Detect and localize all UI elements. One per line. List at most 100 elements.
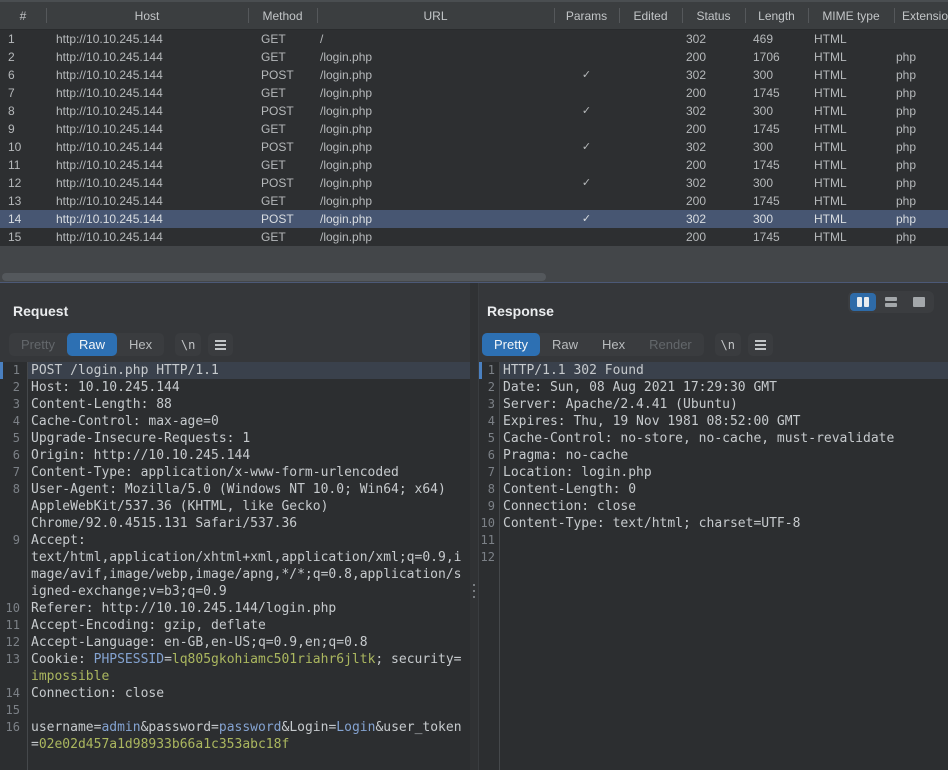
response-tab-render[interactable]: Render xyxy=(637,333,704,356)
table-cell: 200 xyxy=(682,120,745,138)
table-cell: php xyxy=(894,210,948,228)
table-cell: HTML xyxy=(808,120,894,138)
table-cell: php xyxy=(894,138,948,156)
column-header-method[interactable]: Method xyxy=(248,2,317,29)
column-header-host[interactable]: Host xyxy=(46,2,248,29)
table-cell: HTML xyxy=(808,48,894,66)
column-header-mime-type[interactable]: MIME type xyxy=(808,2,894,29)
table-cell xyxy=(619,228,682,246)
table-cell: 302 xyxy=(682,30,745,48)
table-cell: php xyxy=(894,192,948,210)
table-cell: 10 xyxy=(0,138,46,156)
editor-line: 7Content-Type: application/x-www-form-ur… xyxy=(0,464,470,481)
table-cell xyxy=(894,30,948,48)
request-tab-raw[interactable]: Raw xyxy=(67,333,117,356)
request-caret-marker xyxy=(0,362,3,379)
response-tab-pretty[interactable]: Pretty xyxy=(482,333,540,356)
table-cell: http://10.10.245.144 xyxy=(46,192,248,210)
layout-stacked-button[interactable] xyxy=(878,293,904,311)
editor-line: 15 xyxy=(0,702,470,719)
table-row[interactable]: 8http://10.10.245.144POST/login.php✓3023… xyxy=(0,102,948,120)
table-cell: GET xyxy=(248,30,317,48)
table-cell: HTML xyxy=(808,66,894,84)
table-cell xyxy=(619,30,682,48)
table-row[interactable]: 12http://10.10.245.144POST/login.php✓302… xyxy=(0,174,948,192)
table-cell: 302 xyxy=(682,174,745,192)
table-cell: php xyxy=(894,120,948,138)
editor-line: 10Content-Type: text/html; charset=UTF-8 xyxy=(479,515,948,532)
table-cell xyxy=(554,84,619,102)
request-tab-hex[interactable]: Hex xyxy=(117,333,164,356)
editor-line: 5Upgrade-Insecure-Requests: 1 xyxy=(0,430,470,447)
layout-single-button[interactable] xyxy=(906,293,932,311)
request-editor[interactable]: 1POST /login.php HTTP/1.12Host: 10.10.24… xyxy=(0,362,470,770)
table-row[interactable]: 11http://10.10.245.144GET/login.php20017… xyxy=(0,156,948,174)
column-header-extension[interactable]: Extension xyxy=(894,2,948,29)
request-menu-button[interactable] xyxy=(208,333,233,356)
table-cell: 2 xyxy=(0,48,46,66)
editor-line: 8Content-Length: 0 xyxy=(479,481,948,498)
table-cell xyxy=(554,228,619,246)
table-row[interactable]: 10http://10.10.245.144POST/login.php✓302… xyxy=(0,138,948,156)
table-row[interactable]: 7http://10.10.245.144GET/login.php200174… xyxy=(0,84,948,102)
table-cell: http://10.10.245.144 xyxy=(46,156,248,174)
response-tab-hex[interactable]: Hex xyxy=(590,333,637,356)
table-cell: GET xyxy=(248,120,317,138)
request-tab-pretty[interactable]: Pretty xyxy=(9,333,67,356)
editor-line: 3Content-Length: 88 xyxy=(0,396,470,413)
column-header-status[interactable]: Status xyxy=(682,2,745,29)
request-vertical-scrollbar[interactable] xyxy=(470,283,479,770)
editor-line: 1HTTP/1.1 302 Found xyxy=(479,362,948,379)
table-cell: http://10.10.245.144 xyxy=(46,210,248,228)
table-row[interactable]: 15http://10.10.245.144GET/login.php20017… xyxy=(0,228,948,246)
table-cell: http://10.10.245.144 xyxy=(46,102,248,120)
table-cell: 15 xyxy=(0,228,46,246)
editor-line: 13Cookie: PHPSESSID=lq805gkohiamc501riah… xyxy=(0,651,470,668)
table-row[interactable]: 2http://10.10.245.144GET/login.php200170… xyxy=(0,48,948,66)
response-menu-button[interactable] xyxy=(748,333,773,356)
response-editor[interactable]: 1HTTP/1.1 302 Found2Date: Sun, 08 Aug 20… xyxy=(479,362,948,770)
editor-line: 2Host: 10.10.245.144 xyxy=(0,379,470,396)
response-tab-raw[interactable]: Raw xyxy=(540,333,590,356)
table-cell: /login.php xyxy=(317,48,554,66)
table-horizontal-scrollbar[interactable] xyxy=(2,273,546,281)
layout-columns-button[interactable] xyxy=(850,293,876,311)
table-cell: HTML xyxy=(808,84,894,102)
table-cell xyxy=(619,120,682,138)
table-cell: 300 xyxy=(745,210,808,228)
column-header-length[interactable]: Length xyxy=(745,2,808,29)
table-cell: HTML xyxy=(808,228,894,246)
table-cell: http://10.10.245.144 xyxy=(46,120,248,138)
editor-line: 6Origin: http://10.10.245.144 xyxy=(0,447,470,464)
editor-line: 6Pragma: no-cache xyxy=(479,447,948,464)
table-cell xyxy=(619,84,682,102)
editor-line: 16username=admin&password=password&Login… xyxy=(0,719,470,736)
table-cell: /login.php xyxy=(317,192,554,210)
table-row[interactable]: 13http://10.10.245.144GET/login.php20017… xyxy=(0,192,948,210)
table-cell: 1745 xyxy=(745,156,808,174)
editor-line: 9Accept: xyxy=(0,532,470,549)
table-cell xyxy=(619,66,682,84)
params-check-icon: ✓ xyxy=(554,102,619,120)
table-cell: http://10.10.245.144 xyxy=(46,48,248,66)
column-header-index[interactable]: # xyxy=(0,2,46,29)
table-cell: 302 xyxy=(682,210,745,228)
proxy-history-table: #HostMethodURLParamsEditedStatusLengthMI… xyxy=(0,0,948,283)
request-show-newlines-button[interactable]: \n xyxy=(175,333,201,356)
editor-line: 10Referer: http://10.10.245.144/login.ph… xyxy=(0,600,470,617)
table-cell xyxy=(619,102,682,120)
table-cell: POST xyxy=(248,66,317,84)
table-row[interactable]: 1http://10.10.245.144GET/302469HTML xyxy=(0,30,948,48)
request-tabbar: PrettyRawHex \n xyxy=(9,333,233,356)
table-row[interactable]: 14http://10.10.245.144POST/login.php✓302… xyxy=(0,210,948,228)
table-row[interactable]: 9http://10.10.245.144GET/login.php200174… xyxy=(0,120,948,138)
table-row[interactable]: 6http://10.10.245.144POST/login.php✓3023… xyxy=(0,66,948,84)
response-show-newlines-button[interactable]: \n xyxy=(715,333,741,356)
table-cell: /login.php xyxy=(317,138,554,156)
response-caret-marker xyxy=(479,362,482,379)
params-check-icon: ✓ xyxy=(554,138,619,156)
column-header-params[interactable]: Params xyxy=(554,2,619,29)
column-header-url[interactable]: URL xyxy=(317,2,554,29)
table-cell: php xyxy=(894,102,948,120)
column-header-edited[interactable]: Edited xyxy=(619,2,682,29)
